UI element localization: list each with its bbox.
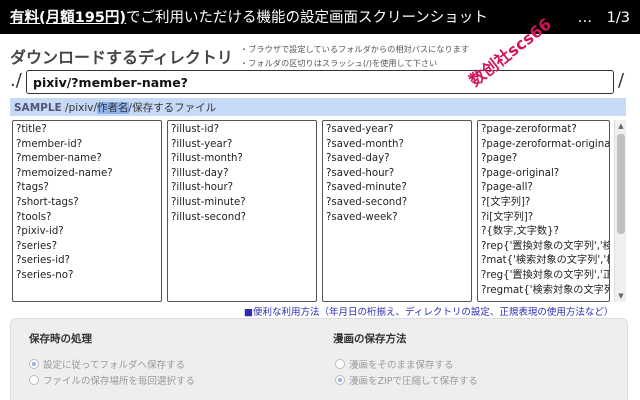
help-link[interactable]: ■便利な利用方法（年月日の桁揃え、ディレクトリの設定、正規表現の使用方法など） [244,304,613,318]
sample-path-before: /pixiv/ [61,102,98,114]
save-option-folder[interactable]: 設定に従ってフォルダへ保存する [29,357,185,371]
radio-icon[interactable] [335,359,345,369]
placeholder-item[interactable]: ?memoized-name? [16,167,158,182]
page-indicator: … 1/3 [577,10,630,26]
placeholder-item[interactable]: ?saved-year? [326,123,468,138]
placeholder-item[interactable]: ?illust-day? [171,167,313,182]
placeholder-item[interactable]: ?illust-month? [171,152,313,167]
placeholder-item[interactable]: ?saved-month? [326,138,468,153]
placeholder-item[interactable]: ?[文字列]? [481,196,606,211]
placeholder-item[interactable]: ?illust-second? [171,211,313,226]
manga-option-zip[interactable]: 漫画をZIPで圧縮して保存する [335,373,478,387]
placeholder-list-illust-date[interactable]: ?illust-id? ?illust-year? ?illust-month?… [167,120,317,302]
sample-path-after: /保存するファイル [128,102,217,114]
placeholder-item[interactable]: ?illust-minute? [171,196,313,211]
placeholder-item[interactable]: ?tools? [16,211,158,226]
radio-selected-icon[interactable] [335,375,345,385]
placeholder-list-saved-date[interactable]: ?saved-year? ?saved-month? ?saved-day? ?… [322,120,472,302]
placeholder-item[interactable]: ?rep{'置換対象の文字列','検索 [481,240,609,255]
save-section-title: 保存時の処理 [29,333,92,345]
save-option-choose[interactable]: ファイルの保存場所を毎回選択する [29,373,195,387]
placeholder-item[interactable]: ?saved-second? [326,196,468,211]
radio-icon[interactable] [29,375,39,385]
placeholder-item[interactable]: ?title? [16,123,158,138]
title-text: 有料(月額195円)でご利用いただける機能の設定画面スクリーンショット [10,6,488,27]
placeholder-item[interactable]: ?{数字,文字数}? [481,225,606,240]
placeholder-item[interactable]: ?illust-id? [171,123,313,138]
placeholder-item[interactable]: ?member-name? [16,152,158,167]
placeholder-item[interactable]: ?regmat{'検索対象の文字列' [481,284,609,299]
manga-option-as-is[interactable]: 漫画をそのまま保存する [335,357,454,371]
scrollbar[interactable]: ▲ ▼ [614,120,626,302]
placeholder-item[interactable]: ?saved-minute? [326,181,468,196]
title-price: 有料(月額195円) [10,10,127,26]
scroll-up-icon[interactable]: ▲ [615,120,627,132]
manga-option-label: 漫画をそのまま保存する [349,360,454,371]
placeholder-item[interactable]: ?pixiv-id? [16,225,158,240]
directory-input[interactable] [26,70,614,94]
settings-panel: 保存時の処理 設定に従ってフォルダへ保存する ファイルの保存場所を毎回選択する … [10,318,628,400]
placeholder-item[interactable]: ?series-id? [16,254,158,269]
placeholder-item[interactable]: ?page-original? [481,167,606,182]
scroll-down-icon[interactable]: ▼ [615,290,627,302]
save-option-label: 設定に従ってフォルダへ保存する [43,360,186,371]
placeholder-item[interactable]: ?member-id? [16,138,158,153]
placeholder-item[interactable]: ?page-all? [481,181,606,196]
placeholder-item[interactable]: ?series-no? [16,269,158,284]
save-option-label: ファイルの保存場所を毎回選択する [43,376,196,387]
placeholder-item[interactable]: ?reg{'置換対象の文字列','正規 [481,269,609,284]
placeholder-item[interactable]: ?tags? [16,181,158,196]
placeholder-item[interactable]: ?page-zeroformat? [481,123,606,138]
placeholder-item[interactable]: ?short-tags? [16,196,158,211]
sample-preview: SAMPLE /pixiv/作者名/保存するファイル [10,98,626,116]
path-suffix: / [618,70,625,91]
path-prefix: ./ [10,70,22,91]
placeholder-list-general[interactable]: ?title? ?member-id? ?member-name? ?memoi… [12,120,162,302]
square-bullet-icon: ■ [244,307,253,318]
placeholder-item[interactable]: ?page? [481,152,606,167]
help-link-text[interactable]: 便利な利用方法（年月日の桁揃え、ディレクトリの設定、正規表現の使用方法など） [253,307,613,318]
note-relative-path: ・ブラウザで設定しているフォルダからの相対パスになります [240,44,470,54]
radio-selected-icon[interactable] [29,359,39,369]
sample-path-highlight: 作者名 [97,102,129,114]
scroll-thumb[interactable] [617,134,625,234]
placeholder-item[interactable]: ?saved-week? [326,211,468,226]
placeholder-item[interactable]: ?illust-year? [171,138,313,153]
placeholder-list-page[interactable]: ?page-zeroformat? ?page-zeroformat-origi… [477,120,610,302]
title-description: でご利用いただける機能の設定画面スクリーンショット [126,10,488,26]
note-separator: ・フォルダの区切りはスラッシュ(/)を使用して下さい [240,58,438,68]
placeholder-item[interactable]: ?illust-hour? [171,181,313,196]
placeholder-item[interactable]: ?saved-day? [326,152,468,167]
notes: ・ブラウザで設定しているフォルダからの相対パスになります ・フォルダの区切りはス… [240,42,469,70]
placeholder-item[interactable]: ?i[文字列]? [481,211,606,226]
manga-option-label: 漫画をZIPで圧縮して保存する [349,376,478,387]
sample-label: SAMPLE [14,102,62,114]
section-heading: ダウンロードするディレクトリ [10,48,233,67]
manga-section-title: 漫画の保存方法 [333,333,407,345]
placeholder-item[interactable]: ?saved-hour? [326,167,468,182]
placeholder-item[interactable]: ?mat{'検索対象の文字列','検 [481,254,609,269]
placeholder-item[interactable]: ?page-zeroformat-original? [481,138,609,153]
placeholder-item[interactable]: ?series? [16,240,158,255]
